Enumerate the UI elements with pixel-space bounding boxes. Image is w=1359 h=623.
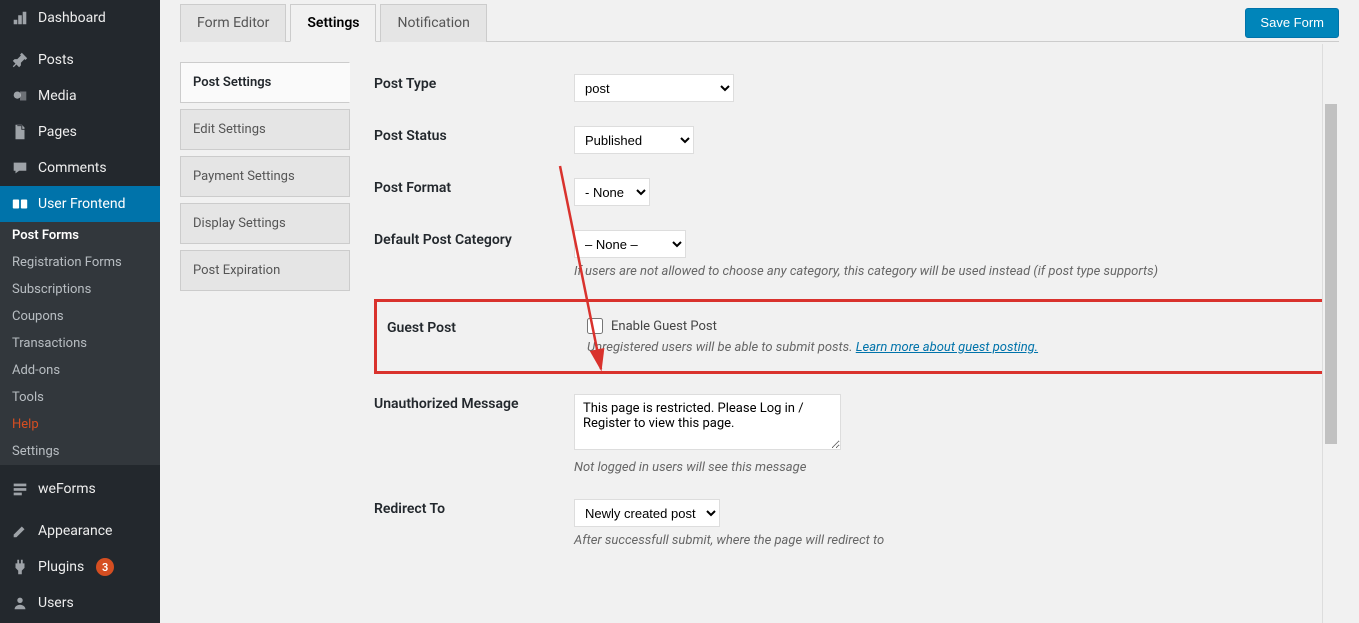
menu-label: Posts — [38, 52, 74, 68]
checkbox-enable-guest-post[interactable] — [587, 318, 603, 334]
scrollbar-thumb[interactable] — [1325, 104, 1337, 444]
desc-default-category: If users are not allowed to choose any c… — [574, 264, 1339, 279]
select-post-format[interactable]: - None - — [574, 178, 650, 206]
submenu-post-forms[interactable]: Post Forms — [0, 222, 160, 249]
menu-comments[interactable]: Comments — [0, 150, 160, 186]
label-post-status: Post Status — [374, 126, 574, 154]
menu-label: weForms — [38, 481, 96, 497]
users-icon — [10, 593, 30, 613]
pages-icon — [10, 122, 30, 142]
menu-dashboard[interactable]: Dashboard — [0, 0, 160, 36]
label-guest-post: Guest Post — [387, 318, 587, 355]
submenu-help[interactable]: Help — [0, 411, 160, 438]
tab-notification[interactable]: Notification — [380, 4, 486, 42]
user-frontend-icon — [10, 194, 30, 214]
desc-guest-post-text: Unregistered users will be able to submi… — [587, 340, 856, 355]
settings-nav-payment-settings[interactable]: Payment Settings — [180, 156, 350, 197]
select-default-category[interactable]: – None – — [574, 230, 686, 258]
checkbox-label-guest-post: Enable Guest Post — [611, 319, 717, 334]
admin-sidebar: Dashboard Posts Media Pages Comments Use… — [0, 0, 160, 623]
submenu-transactions[interactable]: Transactions — [0, 330, 160, 357]
menu-users[interactable]: Users — [0, 585, 160, 621]
menu-label: Plugins — [38, 559, 84, 575]
main-content: Form Editor Settings Notification Save F… — [160, 0, 1359, 623]
media-icon — [10, 86, 30, 106]
settings-nav: Post Settings Edit Settings Payment Sett… — [180, 62, 350, 560]
settings-nav-post-settings[interactable]: Post Settings — [180, 62, 350, 103]
select-post-type[interactable]: post — [574, 74, 734, 102]
menu-label: User Frontend — [38, 196, 125, 212]
menu-label: Users — [38, 595, 74, 611]
settings-nav-display-settings[interactable]: Display Settings — [180, 203, 350, 244]
desc-guest-post: Unregistered users will be able to submi… — [587, 340, 1326, 355]
menu-weforms[interactable]: weForms — [0, 471, 160, 507]
submenu-coupons[interactable]: Coupons — [0, 303, 160, 330]
vertical-scrollbar[interactable] — [1322, 44, 1339, 623]
tab-form-editor[interactable]: Form Editor — [180, 4, 286, 42]
plugins-update-badge: 3 — [96, 558, 114, 576]
comments-icon — [10, 158, 30, 178]
menu-plugins[interactable]: Plugins 3 — [0, 549, 160, 585]
weforms-icon — [10, 479, 30, 499]
submenu-registration-forms[interactable]: Registration Forms — [0, 249, 160, 276]
desc-redirect-to: After successfull submit, where the page… — [574, 533, 1339, 548]
settings-nav-edit-settings[interactable]: Edit Settings — [180, 109, 350, 150]
menu-label: Appearance — [38, 523, 112, 539]
select-post-status[interactable]: Published — [574, 126, 694, 154]
submenu-subscriptions[interactable]: Subscriptions — [0, 276, 160, 303]
menu-label: Dashboard — [38, 10, 106, 26]
menu-media[interactable]: Media — [0, 78, 160, 114]
label-post-type: Post Type — [374, 74, 574, 102]
plugins-icon — [10, 557, 30, 577]
submenu-tools[interactable]: Tools — [0, 384, 160, 411]
dashboard-icon — [10, 8, 30, 28]
select-redirect-to[interactable]: Newly created post — [574, 499, 720, 527]
appearance-icon — [10, 521, 30, 541]
row-guest-post: Guest Post Enable Guest Post Unregistere… — [374, 299, 1339, 374]
desc-unauthorized-message: Not logged in users will see this messag… — [574, 460, 1339, 475]
submenu-user-frontend: Post Forms Registration Forms Subscripti… — [0, 222, 160, 465]
settings-nav-post-expiration[interactable]: Post Expiration — [180, 250, 350, 291]
tab-settings[interactable]: Settings — [290, 4, 376, 42]
label-redirect-to: Redirect To — [374, 499, 574, 548]
menu-label: Media — [38, 88, 77, 104]
menu-pages[interactable]: Pages — [0, 114, 160, 150]
textarea-unauthorized-message[interactable] — [574, 394, 841, 450]
form-tabs: Form Editor Settings Notification — [180, 4, 491, 41]
label-post-format: Post Format — [374, 178, 574, 206]
submenu-settings[interactable]: Settings — [0, 438, 160, 465]
settings-form: Post Type post Post Status Published — [350, 62, 1339, 560]
pin-icon — [10, 50, 30, 70]
link-learn-guest-posting[interactable]: Learn more about guest posting. — [856, 340, 1038, 355]
menu-label: Pages — [38, 124, 77, 140]
menu-label: Comments — [38, 160, 107, 176]
menu-user-frontend[interactable]: User Frontend — [0, 186, 160, 222]
label-default-category: Default Post Category — [374, 230, 574, 279]
menu-appearance[interactable]: Appearance — [0, 513, 160, 549]
label-unauthorized-message: Unauthorized Message — [374, 394, 574, 475]
save-form-button[interactable]: Save Form — [1245, 8, 1339, 38]
submenu-addons[interactable]: Add-ons — [0, 357, 160, 384]
menu-posts[interactable]: Posts — [0, 42, 160, 78]
